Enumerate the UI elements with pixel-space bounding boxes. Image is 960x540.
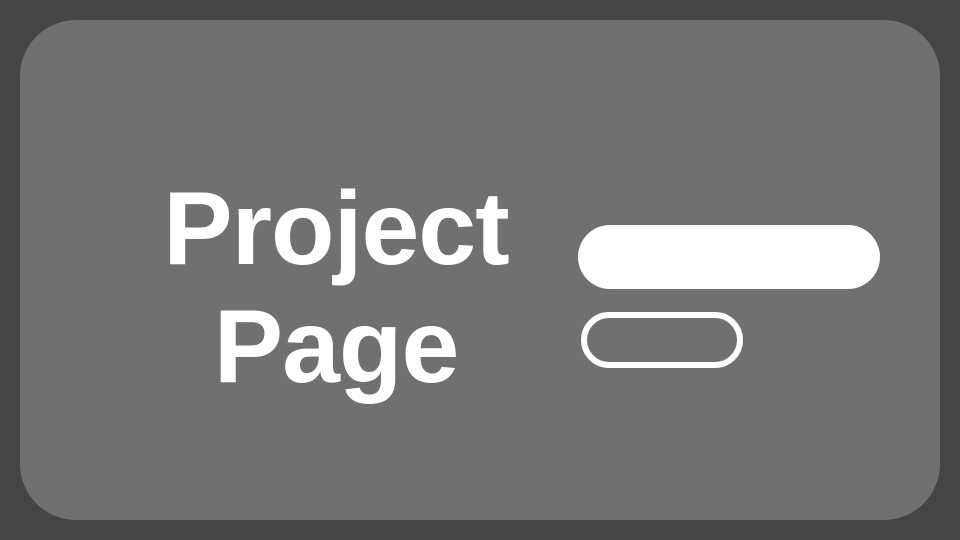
card-title: Project Page: [106, 170, 566, 406]
outline-pill-icon: [581, 312, 743, 368]
card-title-line-1: Project: [163, 171, 510, 287]
card-title-line-2: Page: [213, 289, 460, 405]
project-card[interactable]: Project Page: [20, 20, 940, 520]
filled-pill-icon: [578, 225, 880, 289]
page: Project Page: [0, 0, 960, 540]
